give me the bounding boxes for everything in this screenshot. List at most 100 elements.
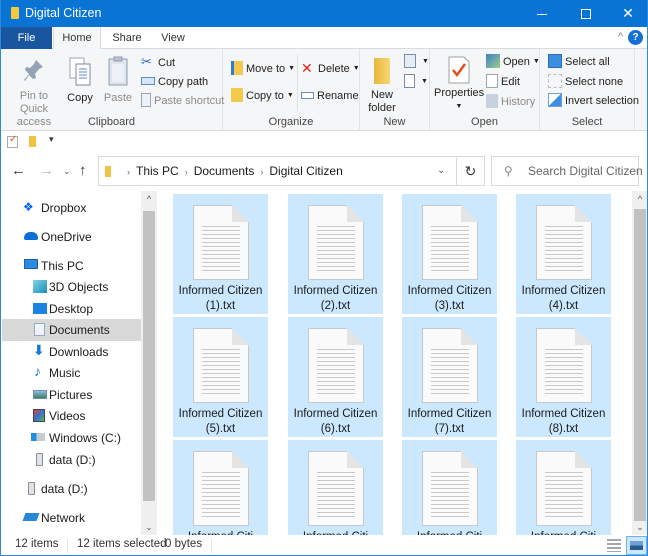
move-to-button[interactable]: Move to ▼	[231, 60, 295, 78]
invert-selection-button[interactable]: Invert selection	[548, 92, 639, 110]
clipboard-group: Pin to Quick access Copy Paste ✂ Cut Cop…	[1, 49, 224, 131]
new-item-button[interactable]: ▼	[404, 53, 429, 71]
address-dropdown-icon[interactable]: ⌄	[437, 165, 445, 176]
back-icon[interactable]: ←	[11, 162, 26, 179]
tab-home[interactable]: Home	[53, 27, 101, 50]
copy-icon	[69, 57, 91, 86]
file-item[interactable]: Informed Citizen (4).txt	[516, 194, 611, 314]
search-placeholder: Search Digital Citizen	[528, 164, 643, 178]
sidebar-scrollbar[interactable]: ^ ⌄	[141, 191, 157, 535]
maximize-button[interactable]	[563, 0, 609, 27]
file-name-line2: (1).txt	[205, 300, 236, 312]
select-all-button[interactable]: Select all	[548, 53, 610, 71]
file-item[interactable]: Informed Citi	[516, 440, 611, 535]
forward-icon[interactable]: →	[39, 162, 54, 179]
sidebar-item-documents[interactable]: Documents	[2, 319, 141, 341]
paste-shortcut-button[interactable]: Paste shortcut	[141, 92, 224, 110]
file-name-line1: Informed Citizen	[178, 408, 263, 420]
sidebar-item-dropbox[interactable]: ❖ Dropbox	[2, 197, 141, 219]
cut-button[interactable]: ✂ Cut	[141, 54, 175, 72]
details-view-icon[interactable]	[607, 539, 621, 552]
customize-toolbar-icon[interactable]: ▾	[49, 134, 54, 145]
history-button[interactable]: History	[486, 93, 535, 111]
file-item[interactable]: Informed Citizen (3).txt	[402, 194, 497, 314]
file-item[interactable]: Informed Citizen (2).txt	[288, 194, 383, 314]
scroll-down-icon[interactable]: ⌄	[141, 519, 157, 535]
easy-access-button[interactable]: ▼	[404, 73, 428, 91]
selected-size: 0 bytes	[165, 538, 203, 550]
rename-button[interactable]: Rename	[301, 87, 359, 105]
scroll-up-icon[interactable]: ^	[141, 191, 157, 207]
copy-button[interactable]: Copy	[65, 53, 95, 105]
sidebar-item-onedrive[interactable]: OneDrive	[2, 226, 141, 248]
help-icon[interactable]: ?	[628, 30, 643, 45]
sidebar-item-network[interactable]: Network	[2, 507, 141, 529]
file-item[interactable]: Informed Citi	[288, 440, 383, 535]
tab-share[interactable]: Share	[105, 27, 149, 49]
sidebar-item-pictures[interactable]: Pictures	[2, 384, 141, 406]
sidebar-item-this-pc[interactable]: This PC	[2, 255, 141, 277]
select-none-button[interactable]: Select none	[548, 73, 623, 91]
search-input[interactable]: ⚲ Search Digital Citizen	[491, 156, 643, 186]
new-folder-icon[interactable]	[29, 136, 36, 147]
file-name-line2: (2).txt	[320, 300, 351, 312]
file-explorer-window: Digital Citizen ✕ File Home Share View ^…	[0, 0, 648, 556]
sidebar-item-desktop[interactable]: Desktop	[2, 298, 141, 320]
file-item[interactable]: Informed Citi	[402, 440, 497, 535]
content-scrollbar[interactable]: ^ ⌄	[632, 191, 647, 535]
text-lines	[431, 226, 469, 271]
file-item[interactable]: Informed Citizen (1).txt	[173, 194, 268, 314]
file-item[interactable]: Informed Citi	[173, 440, 268, 535]
tab-file[interactable]: File	[1, 27, 52, 49]
sidebar-item-windows-c[interactable]: Windows (C:)	[2, 427, 141, 449]
text-lines	[317, 226, 355, 271]
paste-button[interactable]: Paste	[103, 53, 133, 105]
sidebar-item-downloads[interactable]: ⬇ Downloads	[2, 341, 141, 363]
collapse-ribbon-icon[interactable]: ^	[618, 31, 623, 43]
divider	[297, 55, 298, 111]
copy-path-button[interactable]: Copy path	[141, 73, 208, 91]
delete-button[interactable]: ✕ Delete ▼	[301, 60, 360, 78]
file-item[interactable]: Informed Citizen (5).txt	[173, 317, 268, 437]
address-bar[interactable]: › This PC › Documents › Digital Citizen ⌄	[98, 156, 457, 186]
breadcrumb-separator[interactable]: ›	[185, 167, 188, 177]
new-item-icon	[404, 54, 416, 69]
tab-view[interactable]: View	[153, 27, 193, 49]
up-icon[interactable]: ↑	[79, 162, 87, 179]
breadcrumb-separator[interactable]: ›	[260, 167, 263, 177]
text-file-icon	[536, 205, 592, 280]
file-name-line2: (5).txt	[205, 423, 236, 435]
easy-access-icon	[404, 74, 415, 89]
breadcrumb-digital-citizen[interactable]: Digital Citizen	[269, 164, 342, 178]
sidebar-item-data-d-root[interactable]: data (D:)	[2, 478, 141, 500]
file-item[interactable]: Informed Citizen (8).txt	[516, 317, 611, 437]
properties-button[interactable]: Properties ▼	[434, 53, 484, 113]
copy-to-button[interactable]: Copy to ▼	[231, 87, 294, 105]
text-lines	[317, 472, 355, 517]
sidebar-item-3d-objects[interactable]: 3D Objects	[2, 276, 141, 298]
scrollbar-thumb[interactable]	[634, 209, 646, 521]
recent-locations-icon[interactable]: ⌄	[63, 166, 71, 177]
breadcrumb-documents[interactable]: Documents	[194, 164, 255, 178]
file-name-line1: Informed Citizen	[293, 285, 378, 297]
scrollbar-thumb[interactable]	[143, 211, 155, 501]
open-button[interactable]: Open ▼	[486, 53, 540, 71]
breadcrumb-this-pc[interactable]: This PC	[136, 164, 179, 178]
minimize-button[interactable]	[519, 0, 565, 27]
properties-icon[interactable]	[7, 134, 18, 148]
large-icons-view-icon[interactable]	[626, 536, 647, 555]
close-icon: ✕	[622, 5, 634, 21]
breadcrumb-separator[interactable]: ›	[127, 167, 130, 177]
scroll-up-icon[interactable]: ^	[632, 191, 647, 207]
sidebar-item-videos[interactable]: Videos	[2, 405, 141, 427]
close-button[interactable]: ✕	[605, 0, 647, 27]
refresh-button[interactable]: ↻	[457, 156, 485, 186]
sidebar-item-data-d[interactable]: data (D:)	[2, 449, 141, 471]
new-folder-button[interactable]: New folder	[364, 53, 400, 115]
file-name: Informed Citizen (6).txt	[289, 407, 382, 437]
edit-button[interactable]: Edit	[486, 73, 520, 91]
sidebar-item-music[interactable]: ♪ Music	[2, 362, 141, 384]
file-item[interactable]: Informed Citizen (6).txt	[288, 317, 383, 437]
scroll-down-icon[interactable]: ⌄	[632, 519, 647, 535]
file-item[interactable]: Informed Citizen (7).txt	[402, 317, 497, 437]
